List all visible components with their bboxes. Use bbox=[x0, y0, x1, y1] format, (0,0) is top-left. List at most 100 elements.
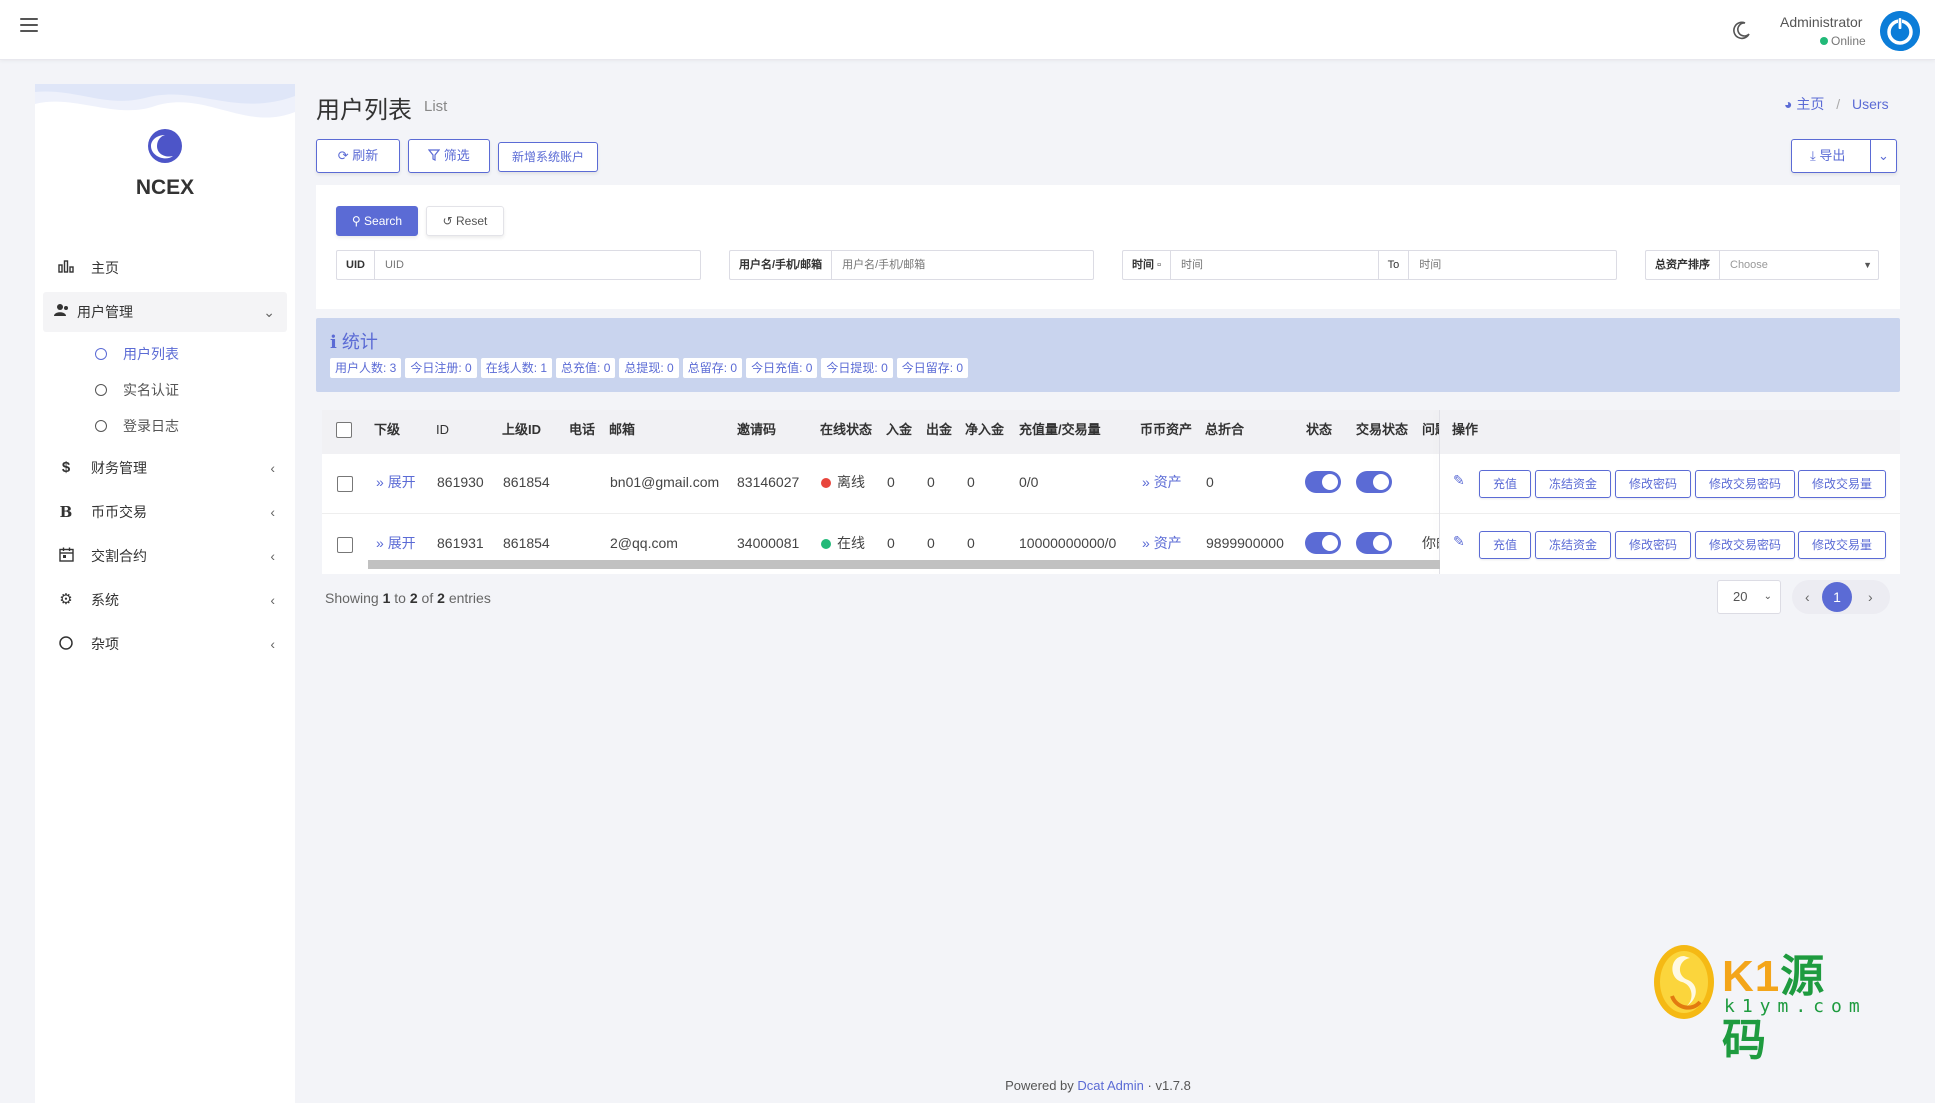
per-page-select[interactable]: 20 ⌄ bbox=[1717, 580, 1781, 614]
fixed-column-divider bbox=[1439, 410, 1440, 574]
trade-status-toggle[interactable] bbox=[1356, 471, 1392, 493]
sidebar-item-system[interactable]: ⚙ 系统 ‹ bbox=[43, 580, 287, 620]
cell-email: bn01@gmail.com bbox=[610, 474, 720, 490]
cell-volume: 10000000000/0 bbox=[1019, 535, 1117, 551]
column-header: 币币资产 bbox=[1140, 422, 1193, 437]
sidebar-item-label: 主页 bbox=[91, 260, 119, 276]
add-system-account-button[interactable]: 新增系统账户 bbox=[498, 142, 598, 172]
sidebar-item-login-log[interactable]: 登录日志 bbox=[43, 408, 287, 444]
page-subtitle: List bbox=[424, 98, 448, 115]
sort-select[interactable]: Choose bbox=[1720, 251, 1878, 279]
sidebar-item-finance[interactable]: $ 财务管理 ‹ bbox=[43, 448, 287, 488]
footer-product-link[interactable]: Dcat Admin bbox=[1077, 1078, 1143, 1093]
export-button[interactable]: ⤓ 导出 ⌄ bbox=[1791, 139, 1897, 173]
expand-link[interactable]: » 展开 bbox=[376, 533, 416, 553]
page-title: 用户列表 bbox=[316, 97, 412, 124]
sidebar-item-user-management[interactable]: 用户管理 ⌄ bbox=[43, 292, 287, 332]
refresh-button[interactable]: ⟳ 刷新 bbox=[316, 139, 400, 173]
sidebar-item-user-list[interactable]: 用户列表 bbox=[43, 336, 287, 372]
user-input[interactable] bbox=[832, 251, 1093, 279]
sidebar-item-contracts[interactable]: 交割合约 ‹ bbox=[43, 536, 287, 576]
stat-badge: 总充值: 0 bbox=[556, 358, 616, 378]
reset-button[interactable]: ↺ Reset bbox=[426, 206, 504, 236]
per-page-value: 20 bbox=[1733, 589, 1748, 604]
bar-chart-icon bbox=[55, 248, 77, 288]
dark-mode-icon[interactable] bbox=[1732, 20, 1752, 40]
showing-prefix: Showing bbox=[325, 590, 379, 606]
change-trade-password-button[interactable]: 修改交易密码 bbox=[1695, 531, 1795, 559]
user-label: 用户名/手机/邮箱 bbox=[730, 251, 833, 279]
column-header[interactable]: 上级ID bbox=[502, 410, 541, 450]
change-password-button[interactable]: 修改密码 bbox=[1615, 531, 1691, 559]
uid-input[interactable] bbox=[374, 251, 700, 279]
cell-net: 0 bbox=[967, 474, 975, 490]
chevron-left-icon: ‹ bbox=[270, 636, 275, 652]
column-header: 问题 bbox=[1422, 422, 1440, 437]
prev-page-icon[interactable]: ‹ bbox=[1805, 580, 1810, 614]
next-page-icon[interactable]: › bbox=[1868, 580, 1873, 614]
freeze-funds-button[interactable]: 冻结资金 bbox=[1535, 470, 1611, 498]
showing-total: 2 bbox=[437, 590, 445, 606]
sidebar-item-kyc[interactable]: 实名认证 bbox=[43, 372, 287, 408]
stat-badge: 在线人数: 1 bbox=[480, 358, 553, 378]
sidebar-item-label: 系统 bbox=[91, 592, 119, 608]
export-label: 导出 bbox=[1819, 148, 1846, 163]
search-button[interactable]: ⚲ Search bbox=[336, 206, 418, 236]
footer: Powered by Dcat Admin · v1.7.8 bbox=[0, 1078, 1935, 1093]
online-status-label: 在线 bbox=[837, 535, 865, 551]
brand-name: NCEX bbox=[135, 176, 195, 199]
assets-link[interactable]: » 资产 bbox=[1142, 533, 1182, 553]
trade-status-toggle[interactable] bbox=[1356, 532, 1392, 554]
circle-icon bbox=[95, 348, 107, 360]
edit-icon[interactable]: ✎ bbox=[1453, 531, 1465, 551]
time-end-input[interactable] bbox=[1409, 251, 1616, 279]
user-name[interactable]: Administrator bbox=[1780, 14, 1862, 30]
assets-link[interactable]: » 资产 bbox=[1142, 472, 1182, 492]
cell-deposit: 0 bbox=[887, 535, 895, 551]
cell-volume: 0/0 bbox=[1019, 474, 1039, 490]
edit-icon[interactable]: ✎ bbox=[1453, 470, 1465, 490]
row-checkbox[interactable] bbox=[337, 476, 353, 492]
cell-total: 0 bbox=[1206, 474, 1214, 490]
select-all-checkbox[interactable] bbox=[336, 422, 352, 438]
filter-panel: ⚲ Search ↺ Reset UID 用户名/手机/邮箱 时间 ▫ To 总… bbox=[316, 185, 1900, 309]
breadcrumb-home[interactable]: 主页 bbox=[1796, 96, 1824, 112]
column-header: 下级 bbox=[374, 422, 401, 437]
change-volume-button[interactable]: 修改交易量 bbox=[1798, 531, 1886, 559]
refresh-label: 刷新 bbox=[352, 148, 379, 163]
row-checkbox[interactable] bbox=[337, 537, 353, 553]
info-icon: i bbox=[330, 332, 337, 353]
expand-link[interactable]: » 展开 bbox=[376, 472, 416, 492]
time-start-input[interactable] bbox=[1170, 251, 1379, 279]
chevron-left-icon: ‹ bbox=[270, 548, 275, 564]
sidebar-item-home[interactable]: 主页 bbox=[43, 248, 287, 288]
search-icon: ⚲ bbox=[351, 214, 361, 228]
status-toggle[interactable] bbox=[1305, 532, 1341, 554]
sidebar-item-misc[interactable]: 杂项 ‹ bbox=[43, 624, 287, 664]
sidebar-item-spot-trading[interactable]: B 币币交易 ‹ bbox=[43, 492, 287, 532]
circle-icon bbox=[95, 384, 107, 396]
recharge-button[interactable]: 充值 bbox=[1479, 531, 1531, 559]
recharge-button[interactable]: 充值 bbox=[1479, 470, 1531, 498]
pagination: ‹ 1 › bbox=[1792, 580, 1890, 614]
menu-toggle-icon[interactable] bbox=[20, 18, 38, 34]
horizontal-scrollbar[interactable] bbox=[368, 560, 1440, 569]
filter-button[interactable]: 筛选 bbox=[408, 139, 490, 173]
footer-powered-by: Powered by bbox=[1005, 1078, 1074, 1093]
freeze-funds-button[interactable]: 冻结资金 bbox=[1535, 531, 1611, 559]
cell-parent-id: 861854 bbox=[503, 474, 550, 490]
change-password-button[interactable]: 修改密码 bbox=[1615, 470, 1691, 498]
column-header[interactable]: ID bbox=[436, 410, 449, 450]
sidebar-item-label: 用户管理 bbox=[77, 304, 133, 320]
chevron-down-icon[interactable]: ⌄ bbox=[1870, 140, 1896, 172]
sidebar-menu: 主页 用户管理 ⌄ 用户列表 实名认证 登录日志 $ 财务管理 ‹ B 币币交易… bbox=[43, 248, 287, 668]
calendar-icon bbox=[55, 536, 77, 576]
showing-to: 2 bbox=[409, 590, 418, 606]
avatar[interactable] bbox=[1880, 11, 1920, 51]
change-trade-password-button[interactable]: 修改交易密码 bbox=[1695, 470, 1795, 498]
current-page[interactable]: 1 bbox=[1822, 582, 1852, 612]
table-row: » 展开 861930 861854 bn01@gmail.com 831460… bbox=[322, 454, 1900, 514]
change-volume-button[interactable]: 修改交易量 bbox=[1798, 470, 1886, 498]
showing-from: 1 bbox=[382, 590, 391, 606]
status-toggle[interactable] bbox=[1305, 471, 1341, 493]
